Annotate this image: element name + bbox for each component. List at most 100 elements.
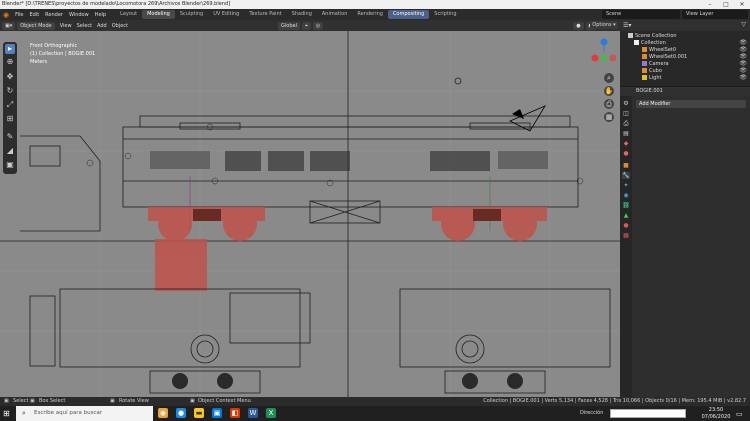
material-tab-icon[interactable]: ● <box>622 222 630 229</box>
viewport-header: ▣▾ Object Mode View Select Add Object Gl… <box>0 20 620 31</box>
mouse-drag-icon: ▣ <box>30 398 35 404</box>
mouse-left-icon: ▣ <box>4 398 9 404</box>
object-tab-icon[interactable]: ■ <box>622 162 630 169</box>
view-layer-tab-icon[interactable]: ▤ <box>622 130 630 137</box>
menu-object[interactable]: Object <box>112 23 128 29</box>
texture-tab-icon[interactable]: ▦ <box>622 232 630 239</box>
navigation-gizmo[interactable] <box>590 36 618 66</box>
close-button[interactable]: ✕ <box>734 0 750 9</box>
zoom-icon[interactable]: ⌕ <box>604 73 614 83</box>
menu-edit[interactable]: Edit <box>29 12 39 18</box>
select-tool-icon[interactable]: ▸ <box>5 44 15 54</box>
notifications-icon[interactable]: ▭ <box>736 410 743 418</box>
maximize-button[interactable]: □ <box>718 0 734 9</box>
tab-texture-paint[interactable]: Texture Paint <box>244 10 286 19</box>
menu-render[interactable]: Render <box>45 12 63 18</box>
orientation-selector[interactable]: Global <box>278 21 300 30</box>
address-label: Dirección <box>580 410 604 416</box>
render-tab-icon[interactable]: ◫ <box>622 110 630 117</box>
menu-window[interactable]: Window <box>69 12 89 18</box>
tab-rendering[interactable]: Rendering <box>352 10 388 19</box>
scene-selector[interactable]: Scene <box>602 10 680 19</box>
3d-viewport[interactable]: ▸ ⊕ ✥ ↻ ⤢ ⊞ ✎ ◢ ▣ Front Orthographic (1)… <box>0 31 620 397</box>
proportional-edit-toggle[interactable]: ◎ <box>312 21 324 30</box>
constraints-tab-icon[interactable]: ⛓ <box>622 202 630 209</box>
world-tab-icon[interactable]: ● <box>622 150 630 157</box>
file-explorer-icon[interactable]: ▬ <box>194 408 204 418</box>
tab-animation[interactable]: Animation <box>317 10 353 19</box>
window-title-bar: Blender* [D:\TRENES\proyectos de modelad… <box>0 0 750 9</box>
workspace-tabs: Layout Modeling Sculpting UV Editing Tex… <box>115 10 461 19</box>
scene-tab-icon[interactable]: ◆ <box>622 140 630 147</box>
view-layer-selector[interactable]: View Layer <box>682 10 748 19</box>
tab-uv-editing[interactable]: UV Editing <box>208 10 244 19</box>
data-tab-icon[interactable]: ▲ <box>622 212 630 219</box>
transform-tool-icon[interactable]: ⊞ <box>5 114 15 124</box>
cursor-tool-icon[interactable]: ⊕ <box>5 57 15 67</box>
perspective-grid-icon[interactable]: ▦ <box>604 112 614 122</box>
menu-select[interactable]: Select <box>77 23 92 29</box>
modifier-tab-icon[interactable]: 🔧 <box>622 172 630 179</box>
tab-scripting[interactable]: Scripting <box>429 10 461 19</box>
word-icon[interactable]: W <box>248 408 258 418</box>
system-clock[interactable]: 23:50 07/06/2020 <box>700 406 732 421</box>
address-input[interactable] <box>610 409 686 418</box>
collection-icon <box>628 33 633 38</box>
editor-type-button[interactable]: ▣▾ <box>2 21 16 30</box>
status-box-select: Box Select <box>39 398 66 404</box>
search-placeholder: Escribe aquí para buscar <box>34 410 103 416</box>
mouse-right-icon: ▣ <box>190 398 195 404</box>
camera-view-icon[interactable]: ⎙ <box>604 99 614 109</box>
status-context-menu: Object Context Menu <box>198 398 251 404</box>
menu-add[interactable]: Add <box>97 23 107 29</box>
physics-tab-icon[interactable]: ◉ <box>622 192 630 199</box>
object-icon <box>642 68 647 73</box>
menu-help[interactable]: Help <box>95 12 106 18</box>
menu-view[interactable]: View <box>60 23 72 29</box>
annotate-tool-icon[interactable]: ✎ <box>5 132 15 142</box>
add-cube-tool-icon[interactable]: ▣ <box>5 160 15 170</box>
window-controls: – □ ✕ <box>702 0 750 9</box>
menu-file[interactable]: File <box>15 12 23 18</box>
rotate-tool-icon[interactable]: ↻ <box>5 86 15 96</box>
add-modifier-button[interactable]: Add Modifier <box>636 100 746 108</box>
outliner-panel: ☰▾ ▽ Scene Collection Collection 👁 Wheel… <box>620 20 750 86</box>
chrome-icon[interactable]: ● <box>176 408 186 418</box>
outliner-item[interactable]: Light 👁 <box>620 74 750 82</box>
tab-shading[interactable]: Shading <box>287 10 317 19</box>
outliner-display-mode-icon[interactable]: ☰▾ <box>623 22 631 29</box>
tool-tab-icon[interactable]: ⚙ <box>622 100 630 107</box>
shading-solid-button[interactable]: ● <box>573 21 584 30</box>
office-icon[interactable]: ◧ <box>230 408 240 418</box>
snap-toggle[interactable]: ⌖ <box>301 21 311 30</box>
blender-logo-icon[interactable]: ◉ <box>3 11 9 19</box>
measure-tool-icon[interactable]: ◢ <box>5 146 15 156</box>
move-tool-icon[interactable]: ✥ <box>5 72 15 82</box>
pan-hand-icon[interactable]: ✋ <box>604 86 614 96</box>
tab-layout[interactable]: Layout <box>115 10 142 19</box>
tab-modeling[interactable]: Modeling <box>142 10 175 19</box>
scale-tool-icon[interactable]: ⤢ <box>5 100 15 110</box>
windows-start-icon[interactable]: ⊞ <box>3 409 10 418</box>
mode-selector[interactable]: Object Mode <box>17 21 55 30</box>
tab-sculpting[interactable]: Sculpting <box>175 10 208 19</box>
output-tab-icon[interactable]: ⎙ <box>622 120 630 127</box>
minimize-button[interactable]: – <box>702 0 718 9</box>
taskbar-search-box[interactable]: ⌕ Escribe aquí para buscar <box>16 406 153 421</box>
store-icon[interactable]: ▣ <box>212 408 222 418</box>
tab-compositing[interactable]: Compositing <box>387 10 430 19</box>
status-bar: ▣ Select ▣ Box Select ▣ Rotate View ▣ Ob… <box>0 397 750 406</box>
add-modifier-label: Add Modifier <box>639 101 671 107</box>
filter-icon[interactable]: ▽ <box>741 21 746 28</box>
visibility-eye-icon[interactable]: 👁 <box>739 74 747 82</box>
outliner-item-label: Light <box>649 75 662 81</box>
excel-icon[interactable]: X <box>266 408 276 418</box>
options-dropdown[interactable]: Options ▾ <box>590 21 618 29</box>
object-name[interactable]: BOGIE.001 <box>636 88 663 94</box>
scene-statistics: Collection | BOGIE.001 | Verts 5,134 | F… <box>483 398 746 404</box>
object-icon <box>642 54 647 59</box>
blueprint-reference-image <box>0 31 620 397</box>
search-icon: ⌕ <box>22 409 26 417</box>
particles-tab-icon[interactable]: ✦ <box>622 182 630 189</box>
blender-taskbar-icon[interactable]: ◉ <box>158 408 168 418</box>
